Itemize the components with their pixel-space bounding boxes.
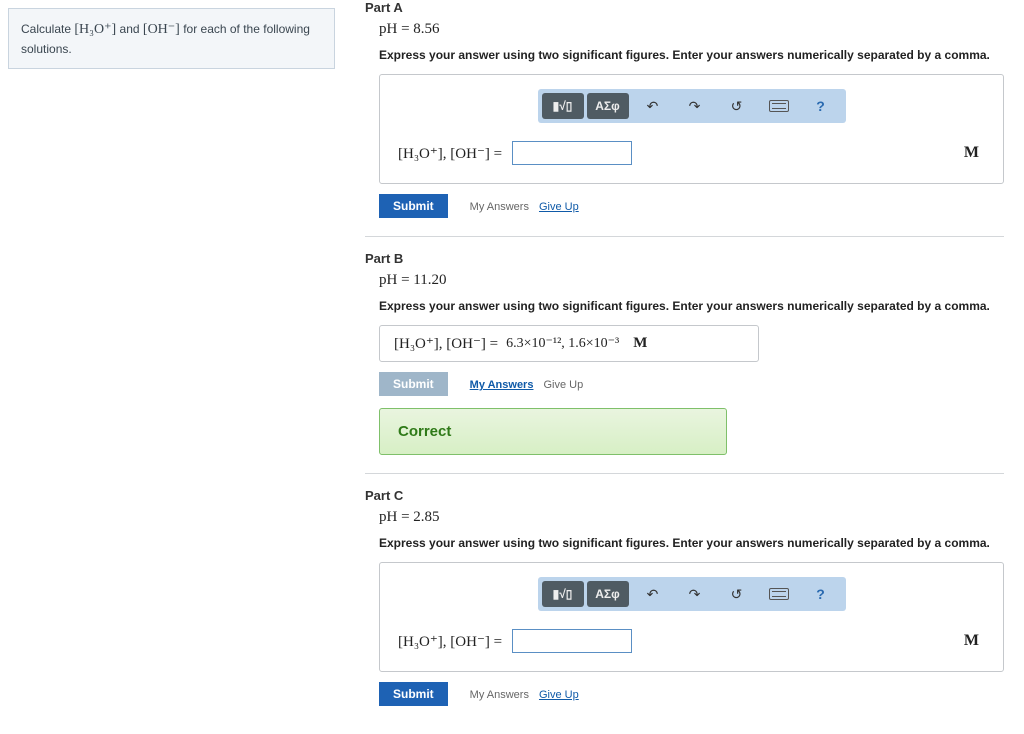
template-button[interactable]: ▮√▯ xyxy=(542,93,584,119)
question-prompt: Calculate [H₃O⁺] and [OH⁻] for each of t… xyxy=(8,8,335,69)
part-b-answer-box: [H₃O⁺], [OH⁻] = 6.3×10⁻¹², 1.6×10⁻³ M xyxy=(379,325,759,362)
give-up-link[interactable]: Give Up xyxy=(539,689,579,701)
part-a-answer-box: ▮√▯ ΑΣφ ↶ ↷ ↺ ? [H₃O⁺], [OH⁻] = M xyxy=(379,74,1004,184)
unit-label: M xyxy=(964,144,985,162)
reset-icon[interactable]: ↺ xyxy=(716,581,758,607)
my-answers-link[interactable]: My Answers xyxy=(470,201,529,213)
undo-icon[interactable]: ↶ xyxy=(632,93,674,119)
part-a-submit-button[interactable]: Submit xyxy=(379,194,448,218)
h3o-symbol: [H₃O⁺] xyxy=(74,22,116,37)
unit-label: M xyxy=(633,335,647,352)
equation-toolbar: ▮√▯ ΑΣφ ↶ ↷ ↺ ? xyxy=(538,577,846,611)
redo-icon[interactable]: ↷ xyxy=(674,93,716,119)
part-a-input[interactable] xyxy=(512,141,632,165)
answer-label: [H₃O⁺], [OH⁻] = xyxy=(398,144,502,163)
my-answers-link[interactable]: My Answers xyxy=(470,689,529,701)
greek-button[interactable]: ΑΣφ xyxy=(587,581,629,607)
give-up-link: Give Up xyxy=(543,379,583,391)
part-b-title: Part B xyxy=(365,251,1004,266)
part-a-title: Part A xyxy=(365,0,1004,15)
part-c-submit-button[interactable]: Submit xyxy=(379,682,448,706)
reset-icon[interactable]: ↺ xyxy=(716,93,758,119)
equation-toolbar: ▮√▯ ΑΣφ ↶ ↷ ↺ ? xyxy=(538,89,846,123)
answer-label: [H₃O⁺], [OH⁻] = xyxy=(398,632,502,651)
part-a-ph: pH = 8.56 xyxy=(379,21,1004,38)
help-icon[interactable]: ? xyxy=(800,581,842,607)
greek-button[interactable]: ΑΣφ xyxy=(587,93,629,119)
template-button[interactable]: ▮√▯ xyxy=(542,581,584,607)
prompt-mid: and xyxy=(120,22,143,36)
part-c-input[interactable] xyxy=(512,629,632,653)
unit-label: M xyxy=(964,632,985,650)
oh-symbol: [OH⁻] xyxy=(143,22,180,37)
divider xyxy=(365,473,1004,474)
part-b-value: 6.3×10⁻¹², 1.6×10⁻³ xyxy=(506,335,619,352)
undo-icon[interactable]: ↶ xyxy=(632,581,674,607)
part-a-instructions: Express your answer using two significan… xyxy=(379,48,1004,62)
keyboard-icon[interactable] xyxy=(758,93,800,119)
part-c-title: Part C xyxy=(365,488,1004,503)
my-answers-link[interactable]: My Answers xyxy=(470,379,534,391)
give-up-link[interactable]: Give Up xyxy=(539,201,579,213)
correct-badge: Correct xyxy=(379,408,727,455)
part-c-instructions: Express your answer using two significan… xyxy=(379,536,1004,550)
prompt-pre: Calculate xyxy=(21,22,74,36)
help-icon[interactable]: ? xyxy=(800,93,842,119)
redo-icon[interactable]: ↷ xyxy=(674,581,716,607)
part-a: Part A pH = 8.56 Express your answer usi… xyxy=(365,0,1004,218)
part-c: Part C pH = 2.85 Express your answer usi… xyxy=(365,488,1004,706)
part-c-ph: pH = 2.85 xyxy=(379,509,1004,526)
part-c-answer-box: ▮√▯ ΑΣφ ↶ ↷ ↺ ? [H₃O⁺], [OH⁻] = M xyxy=(379,562,1004,672)
part-b-submit-button: Submit xyxy=(379,372,448,396)
divider xyxy=(365,236,1004,237)
part-b: Part B pH = 11.20 Express your answer us… xyxy=(365,251,1004,455)
part-b-instructions: Express your answer using two significan… xyxy=(379,299,1004,313)
answer-label: [H₃O⁺], [OH⁻] = xyxy=(394,334,498,353)
keyboard-icon[interactable] xyxy=(758,581,800,607)
part-b-ph: pH = 11.20 xyxy=(379,272,1004,289)
